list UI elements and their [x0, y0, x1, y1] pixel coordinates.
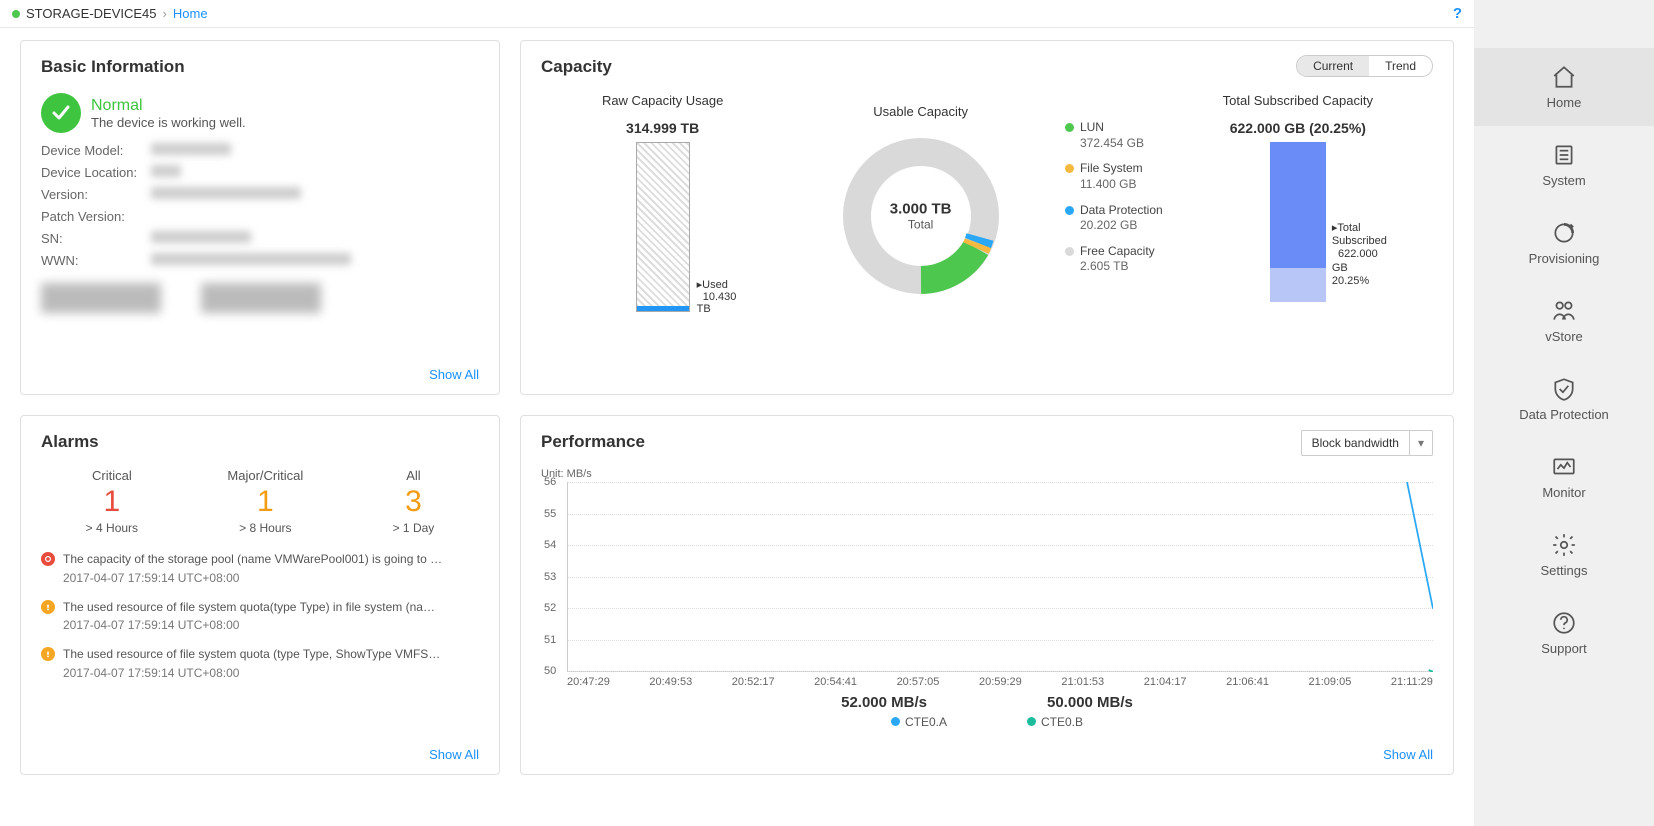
status-sub: The device is working well. [91, 115, 246, 130]
performance-select[interactable]: Block bandwidth ▾ [1301, 430, 1433, 456]
device-status-dot [12, 10, 20, 18]
performance-chart: 50515253545556 [567, 482, 1433, 672]
performance-card: Performance Block bandwidth ▾ Unit: MB/s… [520, 415, 1454, 775]
breadcrumb-device[interactable]: STORAGE-DEVICE45 [26, 6, 157, 21]
redacted [151, 187, 301, 199]
sidebar-item-system[interactable]: System [1474, 126, 1654, 204]
sidebar-item-provisioning[interactable]: Provisioning [1474, 204, 1654, 282]
basic-show-all[interactable]: Show All [429, 367, 479, 382]
usable-legend: LUN372.454 GBFile System11.400 GBData Pr… [1065, 120, 1163, 285]
status-label: Normal [91, 97, 246, 115]
alarm-stat[interactable]: Major/Critical1> 8 Hours [227, 468, 303, 535]
alarm-item[interactable]: The capacity of the storage pool (name V… [41, 551, 479, 587]
alarm-item[interactable]: The used resource of file system quota(t… [41, 599, 479, 635]
perf-show-all[interactable]: Show All [1383, 747, 1433, 762]
alarms-card: Alarms Critical1> 4 Hours Major/Critical1… [20, 415, 500, 775]
toggle-current[interactable]: Current [1297, 56, 1369, 76]
sidebar-item-monitor[interactable]: Monitor [1474, 438, 1654, 516]
redacted [201, 283, 321, 313]
alarm-item[interactable]: The used resource of file system quota (… [41, 646, 479, 682]
sidebar-item-settings[interactable]: Settings [1474, 516, 1654, 594]
redacted [151, 231, 251, 243]
right-sidebar: HomeSystemProvisioningvStoreData Protect… [1474, 0, 1654, 826]
alarms-show-all[interactable]: Show All [429, 747, 479, 762]
help-icon[interactable]: ? [1453, 5, 1462, 22]
subscribed-bar: ▸Total Subscribed 622.000 GB 20.25% [1270, 142, 1326, 302]
performance-title: Performance [541, 432, 1433, 452]
sidebar-item-support[interactable]: Support [1474, 594, 1654, 672]
raw-capacity-bar: ▸Used 10.430 TB [636, 142, 690, 312]
breadcrumb: STORAGE-DEVICE45 › Home ? [0, 0, 1474, 28]
redacted [151, 165, 181, 177]
basic-info-title: Basic Information [41, 57, 479, 77]
breadcrumb-home[interactable]: Home [173, 6, 208, 21]
redacted [41, 283, 161, 313]
basic-info-card: Basic Information Normal The device is w… [20, 40, 500, 395]
usable-donut: 3.000 TB Total [836, 131, 1006, 301]
sidebar-item-vstore[interactable]: vStore [1474, 282, 1654, 360]
toggle-trend[interactable]: Trend [1369, 56, 1432, 76]
chevron-down-icon: ▾ [1410, 431, 1432, 455]
sidebar-item-home[interactable]: Home [1474, 48, 1654, 126]
redacted [151, 143, 231, 155]
alarms-title: Alarms [41, 432, 479, 452]
capacity-card: Capacity Current Trend Raw Capacity Usag… [520, 40, 1454, 395]
check-icon [41, 93, 81, 133]
alarm-stat[interactable]: All3> 1 Day [393, 468, 435, 535]
redacted [151, 253, 351, 265]
capacity-toggle[interactable]: Current Trend [1296, 55, 1433, 77]
sidebar-item-data-protection[interactable]: Data Protection [1474, 360, 1654, 438]
alarm-stat[interactable]: Critical1> 4 Hours [86, 468, 138, 535]
